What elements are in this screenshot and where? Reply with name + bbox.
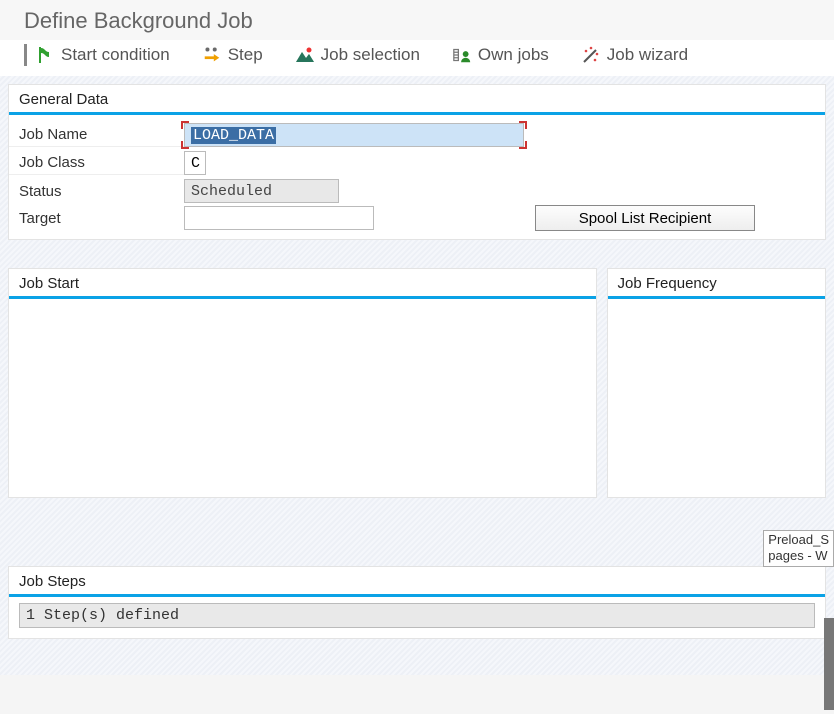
toolbar-label: Job selection	[321, 45, 420, 65]
panel-job-frequency: Job Frequency	[607, 268, 826, 498]
page-title: Define Background Job	[0, 0, 834, 40]
toolbar: Start condition Step Job selection	[0, 40, 834, 76]
mountain-icon	[295, 45, 315, 65]
step-arrow-icon	[202, 45, 222, 65]
own-jobs-icon	[452, 45, 472, 65]
row-target: Target Spool List Recipient	[9, 205, 825, 239]
panel-job-steps: Job Steps 1 Step(s) defined	[8, 566, 826, 639]
panel-job-start: Job Start	[8, 268, 597, 498]
panel-title: Job Steps	[9, 567, 825, 592]
spool-list-recipient-button[interactable]: Spool List Recipient	[535, 205, 755, 231]
job-name-value: LOAD_DATA	[191, 127, 276, 144]
toolbar-label: Step	[228, 45, 263, 65]
job-class-input[interactable]: C	[184, 151, 206, 175]
job-steps-summary: 1 Step(s) defined	[19, 603, 815, 628]
divider-line	[9, 296, 596, 299]
toolbar-label: Own jobs	[478, 45, 549, 65]
tooltip-line: pages - W	[768, 548, 829, 564]
toolbar-job-wizard[interactable]: Job wizard	[581, 45, 688, 65]
divider-line	[9, 594, 825, 597]
row-status: Status Scheduled	[9, 177, 825, 205]
toolbar-own-jobs[interactable]: Own jobs	[452, 45, 549, 65]
toolbar-label: Job wizard	[607, 45, 688, 65]
label-job-class: Job Class	[9, 151, 184, 175]
status-display: Scheduled	[184, 179, 339, 203]
label-job-name: Job Name	[9, 123, 184, 147]
scrollbar-thumb[interactable]	[824, 618, 834, 710]
target-input[interactable]	[184, 206, 374, 230]
label-status: Status	[9, 180, 184, 203]
row-job-class: Job Class C	[9, 149, 825, 177]
panel-title: Job Start	[9, 269, 596, 294]
divider-icon	[24, 44, 27, 66]
panel-general-data: General Data Job Name LOAD_DATA Job Clas…	[8, 84, 826, 240]
toolbar-label: Start condition	[61, 45, 170, 65]
panel-title: General Data	[9, 85, 825, 110]
panel-title: Job Frequency	[608, 269, 825, 294]
job-name-input[interactable]: LOAD_DATA	[184, 123, 524, 147]
label-target: Target	[9, 207, 184, 230]
tooltip-preload: Preload_S pages - W	[763, 530, 834, 567]
flag-icon	[35, 45, 55, 65]
row-job-name: Job Name LOAD_DATA	[9, 121, 825, 149]
divider-line	[608, 296, 825, 299]
toolbar-start-condition[interactable]: Start condition	[24, 44, 170, 66]
toolbar-step[interactable]: Step	[202, 45, 263, 65]
wand-icon	[581, 45, 601, 65]
divider-line	[9, 112, 825, 115]
tooltip-line: Preload_S	[768, 532, 829, 548]
toolbar-job-selection[interactable]: Job selection	[295, 45, 420, 65]
